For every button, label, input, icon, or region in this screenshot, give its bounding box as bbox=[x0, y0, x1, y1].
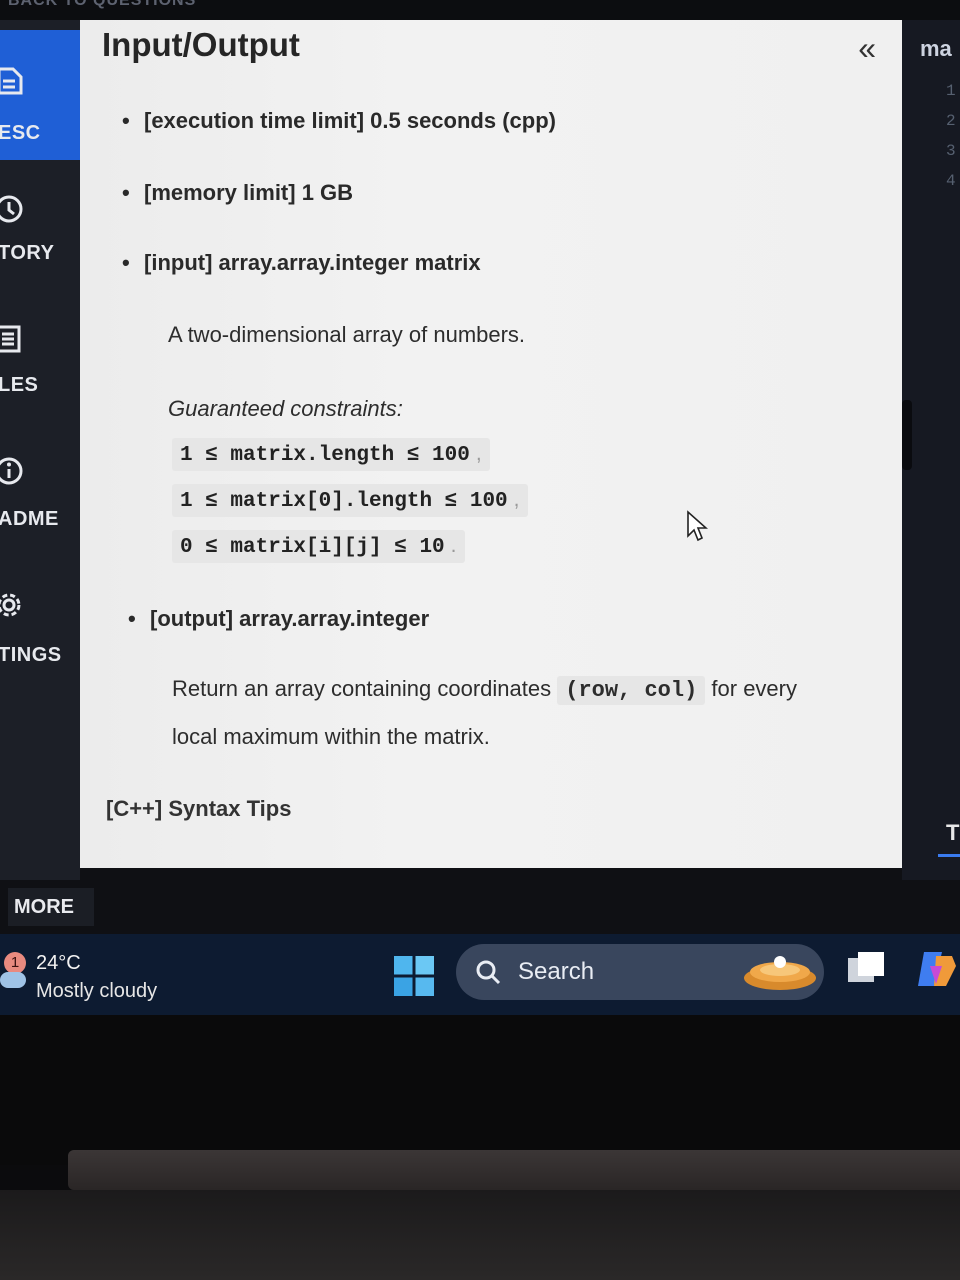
constraint-line: 1 ≤ matrix.length ≤ 100, bbox=[172, 438, 490, 471]
list-icon bbox=[0, 325, 21, 353]
gear-icon bbox=[0, 593, 21, 617]
page-title: Input/Output bbox=[102, 26, 300, 63]
constraint-punct: , bbox=[513, 488, 520, 511]
sidebar-item-label: TINGS bbox=[0, 644, 62, 666]
syntax-tips-link[interactable]: [C++] Syntax Tips bbox=[106, 796, 291, 822]
constraints-title: Guaranteed constraints: bbox=[168, 396, 403, 421]
sidebar-item-label: ESC bbox=[0, 122, 41, 144]
laptop-hinge bbox=[68, 1150, 960, 1190]
laptop-base bbox=[0, 1190, 960, 1280]
sidebar-item-readme[interactable]: ADME bbox=[0, 456, 80, 566]
copilot-icon[interactable] bbox=[914, 946, 960, 992]
input-label: [input] array.array.integer matrix bbox=[122, 250, 481, 276]
laptop-bezel bbox=[0, 1015, 960, 1165]
constraint-line: 1 ≤ matrix[0].length ≤ 100, bbox=[172, 484, 528, 517]
weather-condition[interactable]: Mostly cloudy bbox=[36, 980, 157, 1003]
search-label: Search bbox=[518, 958, 595, 985]
sidebar-item-settings[interactable]: TINGS bbox=[0, 588, 80, 698]
constraint-punct: , bbox=[475, 442, 482, 465]
cloud-icon bbox=[0, 972, 26, 988]
memory-limit: [memory limit] 1 GB bbox=[122, 180, 353, 206]
clock-icon bbox=[0, 195, 23, 223]
taskbar-search[interactable]: Search bbox=[456, 944, 824, 1000]
constraint-code: 0 ≤ matrix[i][j] ≤ 10 bbox=[180, 536, 445, 559]
left-sidebar: ESC TORY LES ADME TINGS bbox=[0, 20, 80, 880]
sidebar-item-history[interactable]: TORY bbox=[0, 186, 80, 296]
more-button[interactable]: MORE bbox=[8, 888, 94, 926]
screen: BACK TO QUESTIONS ESC TORY LES ADME TING… bbox=[0, 0, 960, 1015]
search-icon bbox=[476, 960, 501, 985]
collapse-panel-button[interactable]: « bbox=[858, 30, 876, 67]
tests-tab[interactable]: T bbox=[946, 820, 959, 846]
line-number: 3 bbox=[946, 142, 956, 160]
output-desc-code: (row, col) bbox=[557, 676, 706, 705]
active-tab-indicator bbox=[938, 854, 960, 857]
constraint-code: 1 ≤ matrix.length ≤ 100 bbox=[180, 444, 470, 467]
sidebar-item-desc[interactable]: ESC bbox=[0, 30, 80, 160]
document-icon bbox=[0, 67, 23, 95]
windows-taskbar: 1 24°C Mostly cloudy Search bbox=[0, 934, 960, 1015]
sidebar-item-label: TORY bbox=[0, 242, 55, 264]
info-icon bbox=[0, 457, 23, 485]
task-view-icon[interactable] bbox=[846, 950, 886, 990]
output-desc-text: Return an array containing coordinates bbox=[172, 676, 552, 701]
code-editor[interactable]: ma 1 2 3 4 T bbox=[902, 20, 960, 880]
editor-file-tab[interactable]: ma bbox=[920, 36, 952, 62]
line-number: 2 bbox=[946, 112, 956, 130]
mouse-pointer-icon bbox=[687, 510, 708, 542]
description-panel: Input/Output « [execution time limit] 0.… bbox=[80, 20, 916, 868]
weather-temperature[interactable]: 24°C bbox=[36, 952, 81, 975]
back-to-questions-link[interactable]: BACK TO QUESTIONS bbox=[8, 0, 196, 10]
line-number: 4 bbox=[946, 172, 956, 190]
sidebar-item-label: ADME bbox=[0, 508, 59, 530]
weather-notification-badge: 1 bbox=[4, 952, 26, 974]
output-description: Return an array containing coordinates (… bbox=[172, 676, 872, 705]
output-label: [output] array.array.integer bbox=[128, 606, 429, 632]
sidebar-item-label: LES bbox=[0, 374, 39, 396]
input-description: A two-dimensional array of numbers. bbox=[168, 322, 526, 347]
back-to-questions-strip[interactable]: BACK TO QUESTIONS bbox=[0, 0, 960, 20]
sidebar-item-files[interactable]: LES bbox=[0, 320, 80, 430]
output-desc-text: for every bbox=[711, 676, 797, 701]
constraint-code: 1 ≤ matrix[0].length ≤ 100 bbox=[180, 490, 508, 513]
line-number: 1 bbox=[946, 82, 956, 100]
execution-time-limit: [execution time limit] 0.5 seconds (cpp) bbox=[122, 108, 556, 134]
pie-icon bbox=[744, 956, 816, 990]
resize-handle[interactable] bbox=[902, 400, 912, 470]
constraint-line: 0 ≤ matrix[i][j] ≤ 10. bbox=[172, 530, 465, 563]
constraint-punct: . bbox=[450, 534, 457, 557]
output-description-line2: local maximum within the matrix. bbox=[172, 724, 490, 749]
windows-start-icon[interactable] bbox=[394, 956, 434, 996]
